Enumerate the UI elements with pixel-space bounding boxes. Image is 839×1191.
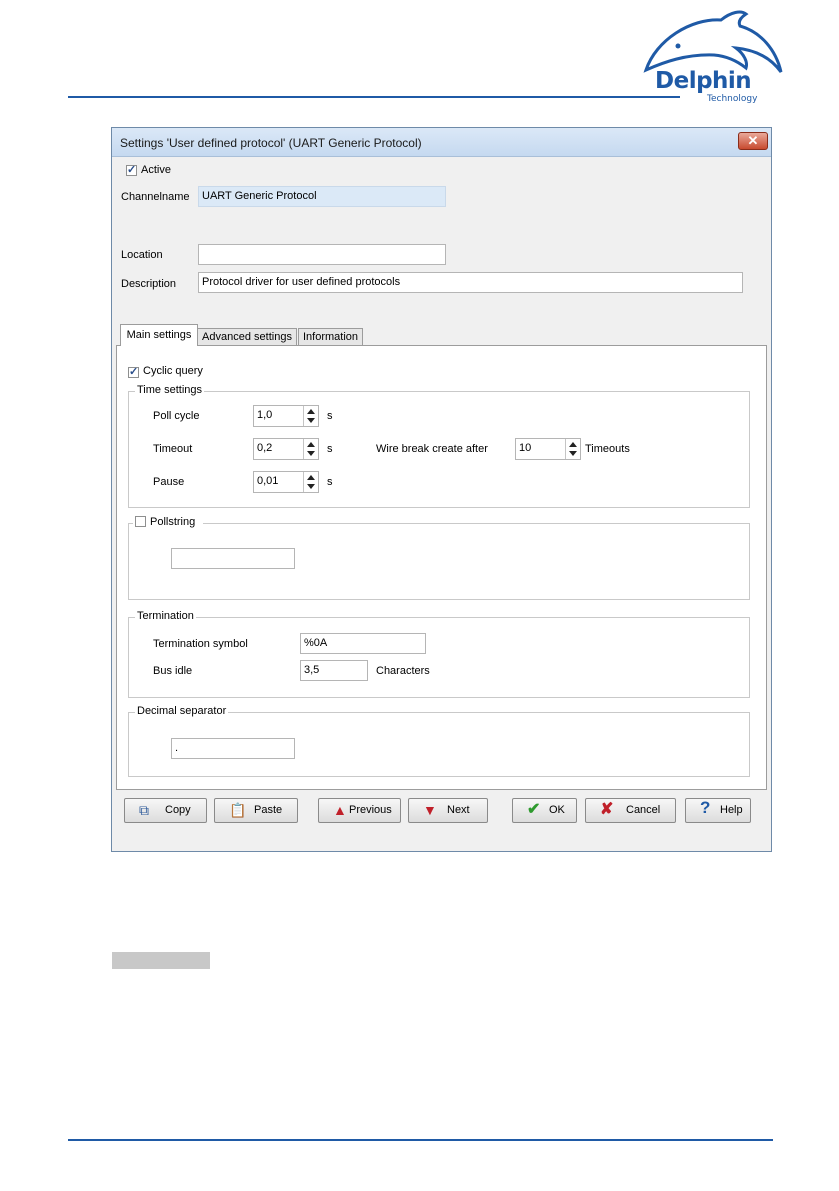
location-field[interactable] (198, 244, 446, 265)
dialog-titlebar[interactable]: Settings 'User defined protocol' (UART G… (112, 128, 771, 157)
arrow-down-icon: ▼ (423, 802, 437, 818)
copy-label: Copy (165, 804, 191, 816)
time-settings-title: Time settings (135, 384, 205, 396)
pollstring-field[interactable] (171, 548, 295, 569)
checkmark-icon: ✔ (527, 801, 541, 818)
wire-break-unit: Timeouts (585, 443, 630, 455)
dialog-title: Settings 'User defined protocol' (UART G… (120, 136, 422, 150)
description-label: Description (121, 278, 177, 290)
active-label: Active (141, 164, 171, 176)
ok-button[interactable]: ✔ OK (512, 798, 577, 823)
bus-idle-field[interactable]: 3,5 (300, 660, 368, 681)
pause-label: Pause (153, 476, 185, 488)
previous-label: Previous (349, 804, 392, 816)
decimal-separator-group: Decimal separator . (128, 705, 750, 777)
decimal-separator-field[interactable]: . (171, 738, 295, 759)
poll-cycle-value: 1,0 (257, 409, 273, 421)
previous-button[interactable]: ▲ Previous (318, 798, 401, 823)
logo-text: Delphin (655, 68, 752, 94)
timeout-value: 0,2 (257, 442, 273, 454)
pollstring-title: Pollstring (133, 516, 204, 528)
termination-symbol-label: Termination symbol (153, 638, 248, 650)
cancel-button[interactable]: ✘ Cancel (585, 798, 676, 823)
pollstring-checkbox[interactable] (135, 516, 146, 527)
close-button[interactable]: ✕ (738, 132, 768, 150)
pause-unit: s (327, 476, 333, 488)
bus-idle-label: Bus idle (153, 665, 193, 677)
pause-stepper[interactable]: 0,01 (253, 471, 319, 493)
main-settings-panel: Cyclic query Time settings Poll cycle 1,… (116, 345, 767, 790)
wire-break-value: 10 (519, 442, 532, 454)
pollstring-label: Pollstring (150, 516, 196, 528)
header-rule (68, 96, 680, 98)
clipboard-icon: 📋 (229, 802, 247, 818)
tab-information[interactable]: Information (298, 328, 363, 346)
copy-button[interactable]: ⧉ Copy (124, 798, 207, 823)
tab-advanced-settings[interactable]: Advanced settings (197, 328, 297, 346)
decimal-separator-title: Decimal separator (135, 705, 229, 717)
description-field[interactable]: Protocol driver for user defined protoco… (198, 272, 743, 293)
poll-cycle-label: Poll cycle (153, 410, 200, 422)
channelname-field[interactable]: UART Generic Protocol (198, 186, 446, 207)
location-label: Location (121, 249, 163, 261)
stepper-arrows-icon[interactable] (303, 439, 318, 459)
settings-dialog: Settings 'User defined protocol' (UART G… (111, 127, 772, 852)
wire-break-label: Wire break create after (376, 443, 488, 455)
termination-group: Termination Termination symbol %0A Bus i… (128, 610, 750, 698)
cyclic-query-label: Cyclic query (143, 365, 203, 377)
wire-break-stepper[interactable]: 10 (515, 438, 581, 460)
timeout-unit: s (327, 443, 333, 455)
tab-main-settings[interactable]: Main settings (120, 324, 198, 346)
paste-label: Paste (254, 804, 283, 816)
help-button[interactable]: ? Help (685, 798, 751, 823)
time-settings-group: Time settings Poll cycle 1,0 s Timeout 0… (128, 384, 750, 508)
arrow-up-icon: ▲ (333, 802, 347, 818)
next-button[interactable]: ▼ Next (408, 798, 488, 823)
tab-container: Main settings Advanced settings Informat… (116, 324, 767, 790)
active-checkbox[interactable] (126, 163, 137, 176)
cross-icon: ✘ (600, 801, 614, 818)
stepper-arrows-icon[interactable] (303, 406, 318, 426)
stepper-arrows-icon[interactable] (565, 439, 580, 459)
channelname-label: Channelname (121, 191, 190, 203)
next-label: Next (447, 804, 470, 816)
poll-cycle-unit: s (327, 410, 333, 422)
ok-label: OK (549, 804, 565, 816)
paste-button[interactable]: 📋 Paste (214, 798, 298, 823)
pause-value: 0,01 (257, 475, 279, 487)
copy-icon: ⧉ (139, 802, 149, 818)
termination-symbol-field[interactable]: %0A (300, 633, 426, 654)
stepper-arrows-icon[interactable] (303, 472, 318, 492)
logo-subtext: Technology (707, 94, 758, 104)
help-label: Help (720, 804, 743, 816)
poll-cycle-stepper[interactable]: 1,0 (253, 405, 319, 427)
timeout-label: Timeout (153, 443, 193, 455)
footer-rule (68, 1139, 773, 1141)
pollstring-group: Pollstring (128, 516, 750, 600)
gray-placeholder-bar (112, 952, 210, 969)
cancel-label: Cancel (626, 804, 661, 816)
termination-title: Termination (135, 610, 196, 622)
timeout-stepper[interactable]: 0,2 (253, 438, 319, 460)
cyclic-query-checkbox[interactable] (128, 365, 139, 378)
bus-idle-unit: Characters (376, 665, 430, 677)
help-icon: ? (700, 798, 711, 817)
